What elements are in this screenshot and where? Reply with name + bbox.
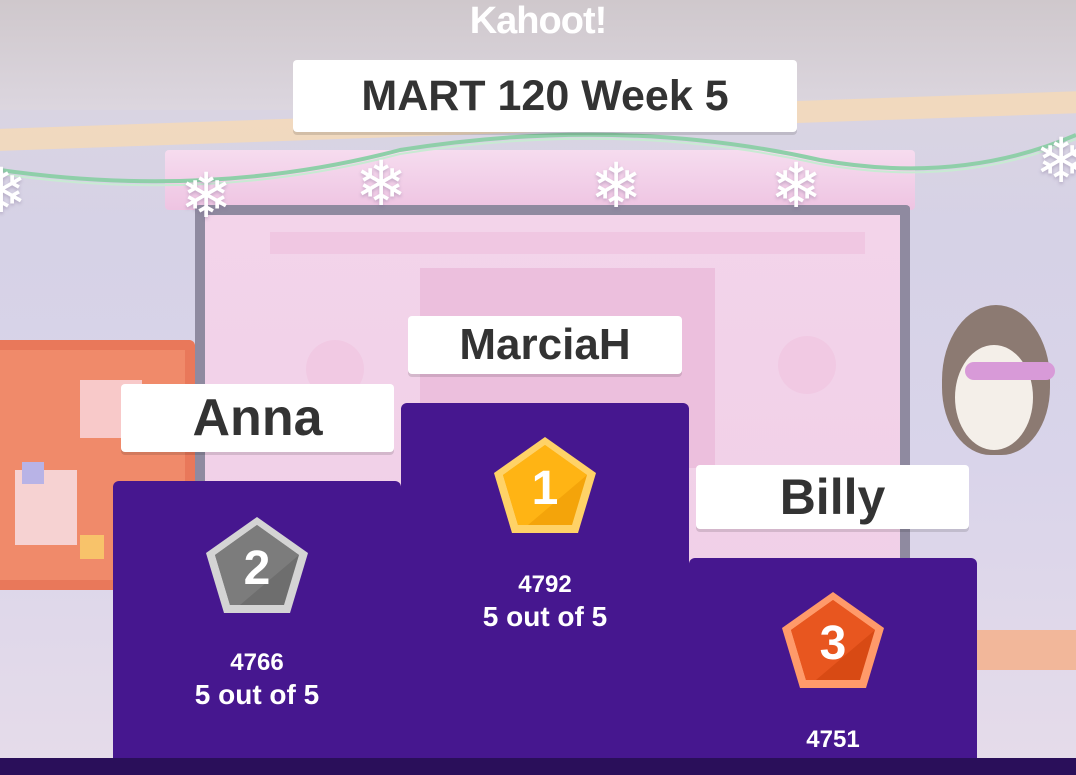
quiz-title: MART 120 Week 5 [293, 60, 797, 132]
bottom-bar [0, 758, 1076, 775]
board-note [22, 462, 44, 484]
cabinet-knob [778, 336, 836, 394]
medal-rank-first: 1 [532, 462, 559, 515]
snowflake-icon: ❄ [0, 154, 27, 227]
podium-first: 1 4792 5 out of 5 [401, 403, 689, 775]
score-first: 4792 [518, 571, 572, 598]
player-name-third: Billy [696, 465, 969, 529]
player-name-second: Anna [121, 384, 394, 452]
medal-rank-second: 2 [244, 542, 271, 595]
medal-rank-third: 3 [820, 617, 847, 670]
shelf [975, 630, 1076, 670]
snowflake-icon: ❄ [355, 147, 407, 220]
snowflake-icon: ❄ [590, 149, 642, 222]
player-name-first: MarciaH [408, 316, 682, 374]
penguin-belly [955, 345, 1033, 450]
result-first: 5 out of 5 [482, 601, 608, 632]
score-second: 4766 [230, 649, 284, 676]
podium-second: 2 4766 5 out of 5 [113, 481, 401, 775]
snowflake-icon: ❄ [1035, 124, 1076, 197]
result-second: 5 out of 5 [194, 679, 320, 710]
gold-medal-icon: 1 [494, 437, 596, 533]
penguin-scarf [965, 362, 1055, 380]
silver-medal-icon: 2 [206, 517, 308, 613]
cabinet-stripe [270, 232, 865, 254]
snowflake-icon: ❄ [770, 149, 822, 222]
bronze-medal-icon: 3 [782, 592, 884, 688]
kahoot-logo: Kahoot! [469, 0, 608, 42]
score-third: 4751 [806, 726, 860, 753]
board-note [80, 535, 104, 559]
podium-third: 3 4751 [689, 558, 977, 775]
garland [0, 132, 1076, 187]
snowflake-icon: ❄ [180, 159, 232, 232]
